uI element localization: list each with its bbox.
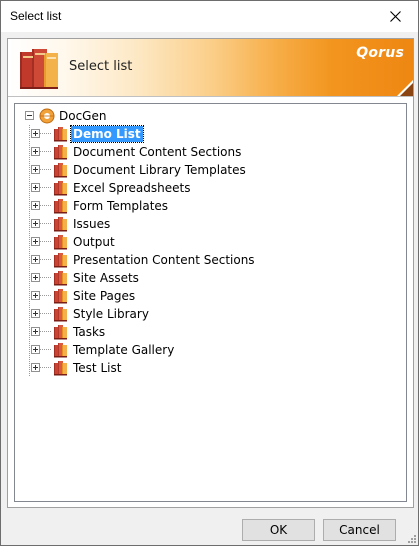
list-books-icon xyxy=(54,343,67,358)
tree-node-label: Tasks xyxy=(73,325,106,339)
tree-node[interactable]: Excel Spreadsheets xyxy=(31,179,391,197)
plus-box-icon[interactable] xyxy=(31,147,40,156)
tree-node-label: Issues xyxy=(73,217,111,231)
close-icon xyxy=(389,11,401,22)
list-books-icon xyxy=(54,145,67,160)
plus-box-icon[interactable] xyxy=(31,183,40,192)
tree-node[interactable]: Tasks xyxy=(31,323,391,341)
tree-guide-line xyxy=(29,125,30,376)
tree-connector xyxy=(40,277,52,278)
tree-connector xyxy=(40,205,52,206)
tree-node[interactable]: Issues xyxy=(31,215,391,233)
tree-node[interactable]: Form Templates xyxy=(31,197,391,215)
plus-box-icon[interactable] xyxy=(31,255,40,264)
tree-node[interactable]: Template Gallery xyxy=(31,341,391,359)
tree-node-label: Site Pages xyxy=(73,289,136,303)
tree-node-label: Document Content Sections xyxy=(73,145,242,159)
tree-node-label: Output xyxy=(73,235,115,249)
tree-root-label: DocGen xyxy=(59,109,107,123)
plus-box-icon[interactable] xyxy=(31,327,40,336)
tree-node[interactable]: Site Pages xyxy=(31,287,391,305)
list-books-icon xyxy=(54,127,67,142)
tree-connector xyxy=(40,151,52,152)
tree-node[interactable]: Document Library Templates xyxy=(31,161,391,179)
tree-connector xyxy=(40,331,52,332)
list-books-icon xyxy=(54,361,67,376)
window-title: Select list xyxy=(10,9,62,23)
close-button[interactable] xyxy=(372,1,418,32)
tree-node-label: Form Templates xyxy=(73,199,169,213)
tree-node-label: Test List xyxy=(73,361,122,375)
plus-box-icon[interactable] xyxy=(31,273,40,282)
plus-box-icon[interactable] xyxy=(31,129,40,138)
tree-root-node[interactable]: DocGen xyxy=(25,107,395,125)
list-books-icon xyxy=(54,307,67,322)
plus-box-icon[interactable] xyxy=(31,291,40,300)
plus-box-icon[interactable] xyxy=(31,201,40,210)
tree-node-label: Demo List xyxy=(70,125,144,143)
dialog-window: Select list Select list Qorus DocGen Dem… xyxy=(0,0,419,546)
tree-connector xyxy=(40,313,52,314)
minus-box-icon[interactable] xyxy=(25,111,34,120)
plus-box-icon[interactable] xyxy=(31,165,40,174)
tree-connector xyxy=(40,259,52,260)
list-books-icon xyxy=(54,271,67,286)
tree-node[interactable]: Test List xyxy=(31,359,391,377)
books-icon xyxy=(20,49,58,89)
list-books-icon xyxy=(54,325,67,340)
list-books-icon xyxy=(54,253,67,268)
list-books-icon xyxy=(54,235,67,250)
list-books-icon xyxy=(54,217,67,232)
list-books-icon xyxy=(54,163,67,178)
tree-node-label: Document Library Templates xyxy=(73,163,246,177)
tree-connector xyxy=(40,223,52,224)
plus-box-icon[interactable] xyxy=(31,237,40,246)
tree-node-label: Presentation Content Sections xyxy=(73,253,255,267)
list-books-icon xyxy=(54,199,67,214)
list-books-icon xyxy=(54,289,67,304)
list-books-icon xyxy=(54,181,67,196)
tree-connector xyxy=(40,367,52,368)
tree-connector xyxy=(40,187,52,188)
plus-box-icon[interactable] xyxy=(31,345,40,354)
resize-corner-icon xyxy=(397,80,413,96)
tree-node[interactable]: Presentation Content Sections xyxy=(31,251,391,269)
header-banner: Select list Qorus xyxy=(8,39,413,97)
site-globe-icon xyxy=(39,108,55,124)
size-grip-icon[interactable] xyxy=(406,533,416,543)
tree-node-label: Site Assets xyxy=(73,271,139,285)
tree-connector xyxy=(40,295,52,296)
tree-connector xyxy=(40,349,52,350)
plus-box-icon[interactable] xyxy=(31,363,40,372)
tree-connector xyxy=(40,169,52,170)
content-frame: Select list Qorus DocGen Demo List Docum… xyxy=(7,38,414,508)
tree-node-label: Excel Spreadsheets xyxy=(73,181,191,195)
ok-button[interactable]: OK xyxy=(242,519,315,541)
plus-box-icon[interactable] xyxy=(31,219,40,228)
tree-node-label: Style Library xyxy=(73,307,149,321)
tree-connector xyxy=(40,241,52,242)
tree-node[interactable]: Demo List xyxy=(31,125,391,143)
tree-connector xyxy=(40,133,52,134)
tree-node[interactable]: Document Content Sections xyxy=(31,143,391,161)
tree-node[interactable]: Output xyxy=(31,233,391,251)
tree-node[interactable]: Site Assets xyxy=(31,269,391,287)
list-tree[interactable]: DocGen Demo List Document Content Section… xyxy=(14,103,407,502)
tree-node[interactable]: Style Library xyxy=(31,305,391,323)
plus-box-icon[interactable] xyxy=(31,309,40,318)
banner-title: Select list xyxy=(69,59,133,74)
tree-node-label: Template Gallery xyxy=(73,343,175,357)
cancel-button[interactable]: Cancel xyxy=(323,519,396,541)
title-bar: Select list xyxy=(1,1,418,32)
qorus-logo: Qorus xyxy=(356,45,404,61)
